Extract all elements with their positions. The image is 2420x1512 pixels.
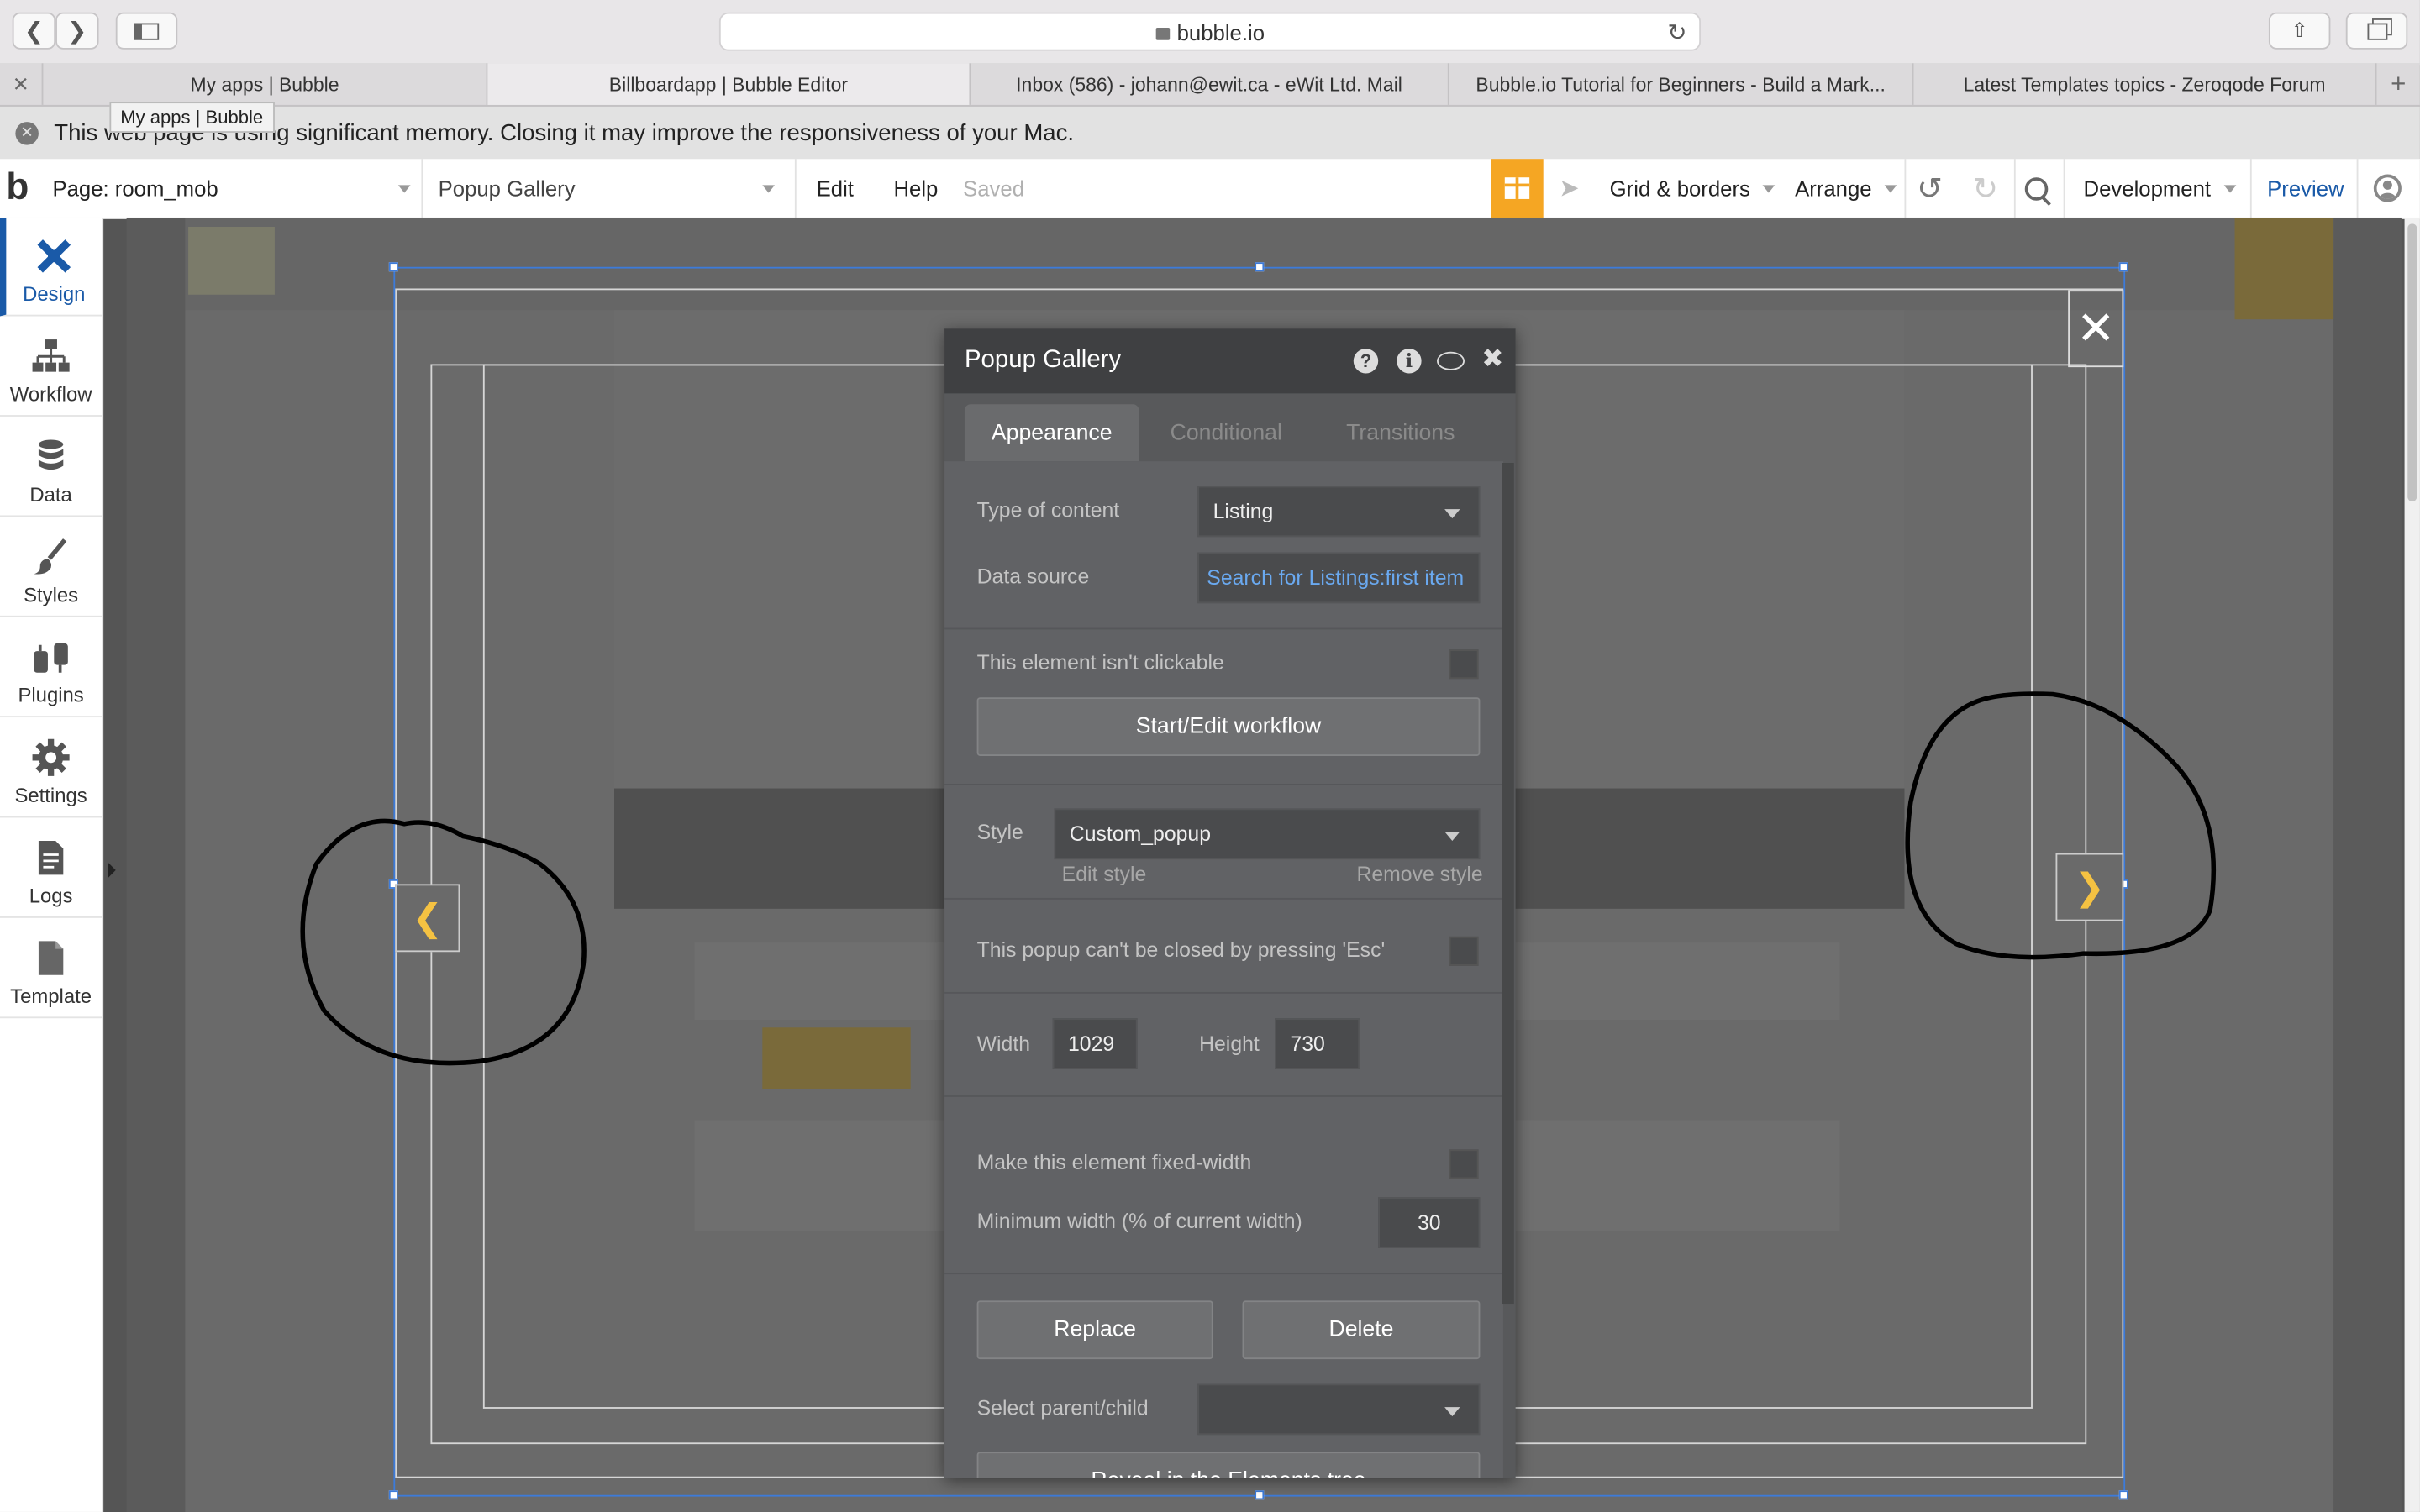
min-width-label: Minimum width (% of current width) <box>976 1209 1302 1233</box>
not-clickable-label: This element isn't clickable <box>976 651 1224 675</box>
tab-transitions[interactable]: Transitions <box>1313 404 1488 461</box>
help-icon[interactable]: ? <box>1353 349 1379 374</box>
min-width-input[interactable]: 30 <box>1378 1197 1481 1248</box>
select-parent-label: Select parent/child <box>976 1396 1149 1420</box>
style-label: Style <box>976 821 1023 844</box>
data-source-field[interactable]: Search for Listings:first item <box>1197 552 1481 604</box>
comment-icon[interactable] <box>1436 351 1465 370</box>
start-edit-workflow-button[interactable]: Start/Edit workflow <box>976 697 1481 756</box>
canvas-scroll-thumb[interactable] <box>2407 223 2417 501</box>
panel-header[interactable]: Popup Gallery ? i ✖ <box>944 328 1516 394</box>
fixed-width-checkbox[interactable] <box>1449 1149 1479 1179</box>
remove-style-link[interactable]: Remove style <box>1356 863 1482 886</box>
delete-button[interactable]: Delete <box>1242 1300 1481 1360</box>
panel-scrollbar[interactable] <box>1502 463 1514 1305</box>
not-clickable-checkbox[interactable] <box>1449 649 1479 680</box>
chevron-down-icon <box>1444 1407 1460 1417</box>
select-parent-dropdown[interactable] <box>1197 1383 1481 1436</box>
canvas-scrollbar[interactable] <box>2404 217 2420 1512</box>
style-dropdown[interactable]: Custom_popup <box>1054 808 1481 860</box>
tab-appearance[interactable]: Appearance <box>964 404 1139 462</box>
panel-title: Popup Gallery <box>964 347 1122 374</box>
info-icon[interactable]: i <box>1397 349 1422 374</box>
height-input[interactable]: 730 <box>1275 1018 1360 1069</box>
replace-button[interactable]: Replace <box>976 1300 1213 1360</box>
type-of-content-value: Listing <box>1213 500 1274 523</box>
chevron-down-icon <box>1444 509 1460 519</box>
annotation-circle-right <box>1905 691 2217 960</box>
type-of-content-label: Type of content <box>976 498 1120 522</box>
annotation-circle-left <box>300 818 587 1066</box>
height-label: Height <box>1199 1032 1260 1056</box>
edit-style-link[interactable]: Edit style <box>1062 863 1147 886</box>
close-icon[interactable]: ✖ <box>1481 344 1503 375</box>
width-input[interactable]: 1029 <box>1052 1018 1138 1069</box>
esc-close-checkbox[interactable] <box>1449 936 1479 966</box>
panel-body: Type of content Listing Data source Sear… <box>944 461 1503 1478</box>
tab-tooltip: My apps | Bubble <box>109 102 275 133</box>
width-label: Width <box>976 1032 1031 1056</box>
reveal-in-tree-button[interactable]: Reveal in the Elements tree <box>976 1452 1481 1478</box>
style-value: Custom_popup <box>1069 822 1212 846</box>
chevron-down-icon <box>1444 831 1460 842</box>
data-source-label: Data source <box>976 564 1090 588</box>
tab-conditional[interactable]: Conditional <box>1139 404 1313 461</box>
type-of-content-dropdown[interactable]: Listing <box>1197 486 1481 538</box>
property-editor-panel: Popup Gallery ? i ✖ Appearance Condition… <box>944 328 1516 1478</box>
fixed-width-label: Make this element fixed-width <box>976 1151 1252 1174</box>
esc-close-label: This popup can't be closed by pressing '… <box>976 937 1386 962</box>
